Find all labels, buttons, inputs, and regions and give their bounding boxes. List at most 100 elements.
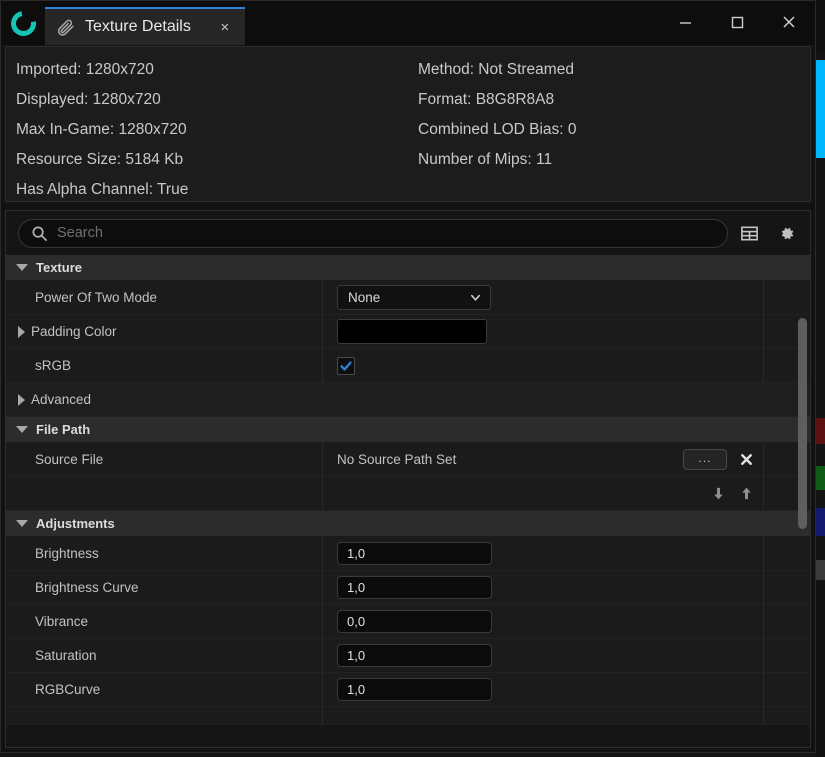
saturation-input[interactable]: 1,0	[337, 644, 492, 667]
bg-strip-grey	[816, 560, 825, 580]
chevron-down-icon	[469, 291, 482, 304]
info-method: Method: Not Streamed	[418, 59, 577, 81]
gear-icon[interactable]	[770, 217, 802, 249]
table-row[interactable]: Saturation 1,0	[6, 639, 810, 673]
row-value-brightness: 1,0	[323, 537, 764, 570]
row-value-brightness-curve: 1,0	[323, 571, 764, 604]
brightness-curve-input[interactable]: 1,0	[337, 576, 492, 599]
table-row[interactable]: Brightness Curve 1,0	[6, 571, 810, 605]
info-format: Format: B8G8R8A8	[418, 89, 577, 111]
maximize-button[interactable]	[711, 1, 763, 43]
category-file-path-label: File Path	[36, 422, 90, 437]
table-row[interactable]	[6, 477, 810, 511]
info-num-mips: Number of Mips: 11	[418, 149, 577, 171]
source-file-actions: ...	[683, 443, 755, 476]
row-label-padding-color: Padding Color	[6, 315, 323, 348]
browse-source-file-button[interactable]: ...	[683, 449, 727, 470]
row-label-advanced: Advanced	[6, 383, 810, 416]
info-displayed: Displayed: 1280x720	[16, 89, 410, 111]
window-titlebar[interactable]: Texture Details ×	[1, 1, 815, 45]
category-adjustments[interactable]: Adjustments	[6, 511, 810, 537]
details-scrollbar[interactable]	[797, 295, 808, 745]
brightness-curve-value: 1,0	[347, 580, 365, 595]
table-row[interactable]: Padding Color	[6, 315, 810, 349]
category-file-path[interactable]: File Path	[6, 417, 810, 443]
rgbcurve-value: 1,0	[347, 682, 365, 697]
bg-strip-cyan	[816, 60, 825, 158]
texture-info-panel: Imported: 1280x720 Displayed: 1280x720 M…	[5, 46, 811, 202]
bg-strip-dark-top	[816, 0, 825, 52]
search-icon	[31, 225, 48, 242]
bg-strip-dark-mid	[816, 158, 825, 418]
table-row[interactable]: Power Of Two Mode None	[6, 281, 810, 315]
clear-source-file-icon[interactable]	[737, 451, 755, 469]
desktop-background: Texture Details × Imported: 1280x720	[0, 0, 825, 757]
bg-strip-blue	[816, 508, 825, 536]
bg-strip-red	[816, 418, 825, 444]
srgb-checkbox[interactable]	[337, 357, 355, 375]
texture-details-window: Texture Details × Imported: 1280x720	[0, 0, 816, 753]
columns-icon[interactable]	[733, 217, 765, 249]
category-texture-label: Texture	[36, 260, 82, 275]
vibrance-input[interactable]: 0,0	[337, 610, 492, 633]
row-label-brightness-curve: Brightness Curve	[6, 571, 323, 604]
row-label-srgb: sRGB	[6, 349, 323, 382]
row-value-source-file: No Source Path Set ...	[323, 443, 764, 476]
table-row[interactable]: Vibrance 0,0	[6, 605, 810, 639]
row-value-power-of-two-mode: None	[323, 281, 764, 314]
source-file-value: No Source Path Set	[337, 452, 456, 467]
bg-strip-dark-bot	[816, 580, 825, 757]
power-of-two-mode-dropdown[interactable]: None	[337, 285, 491, 310]
tab-title-label: Texture Details	[85, 18, 191, 36]
row-value-partial	[323, 707, 764, 724]
info-resource-size: Resource Size: 5184 Kb	[16, 149, 410, 171]
row-label-saturation: Saturation	[6, 639, 323, 672]
minimize-button[interactable]	[659, 1, 711, 43]
table-row[interactable]: sRGB	[6, 349, 810, 383]
chevron-down-icon	[16, 520, 28, 527]
chevron-right-icon[interactable]	[18, 326, 25, 338]
table-row[interactable]: Brightness 1,0	[6, 537, 810, 571]
info-lod-bias: Combined LOD Bias: 0	[418, 119, 577, 141]
vibrance-value: 0,0	[347, 614, 365, 629]
row-value-padding-color	[323, 315, 764, 348]
info-max-in-game: Max In-Game: 1280x720	[16, 119, 410, 141]
chevron-down-icon	[16, 264, 28, 271]
row-label-brightness: Brightness	[6, 537, 323, 570]
paperclip-icon	[57, 18, 76, 37]
row-label-empty	[6, 477, 323, 510]
arrow-up-icon[interactable]	[737, 485, 755, 503]
details-search-row	[6, 211, 810, 255]
row-value-rgbcurve: 1,0	[323, 673, 764, 706]
brightness-input[interactable]: 1,0	[337, 542, 492, 565]
scrollbar-thumb[interactable]	[798, 318, 807, 530]
search-box[interactable]	[18, 219, 728, 248]
tab-close-icon[interactable]: ×	[214, 16, 236, 38]
tab-texture-details[interactable]: Texture Details ×	[45, 7, 245, 45]
chevron-right-icon[interactable]	[18, 394, 25, 406]
info-has-alpha: Has Alpha Channel: True	[16, 179, 410, 201]
row-label-power-of-two-mode: Power Of Two Mode	[6, 281, 323, 314]
close-button[interactable]	[763, 1, 815, 43]
category-texture[interactable]: Texture	[6, 255, 810, 281]
info-column-right: Method: Not Streamed Format: B8G8R8A8 Co…	[410, 59, 577, 187]
check-icon	[339, 359, 353, 373]
arrow-down-icon[interactable]	[709, 485, 727, 503]
brightness-value: 1,0	[347, 546, 365, 561]
row-label-source-file: Source File	[6, 443, 323, 476]
category-adjustments-label: Adjustments	[36, 516, 115, 531]
search-input[interactable]	[57, 225, 715, 241]
rgbcurve-input[interactable]: 1,0	[337, 678, 492, 701]
row-label-rgbcurve: RGBCurve	[6, 673, 323, 706]
path-move-actions	[709, 477, 755, 510]
table-row[interactable]: Source File No Source Path Set ...	[6, 443, 810, 477]
padding-color-swatch[interactable]	[337, 319, 487, 344]
category-advanced[interactable]: Advanced	[6, 383, 810, 417]
bg-strip-green	[816, 466, 825, 490]
window-controls	[659, 1, 815, 43]
info-imported: Imported: 1280x720	[16, 59, 410, 81]
table-row-partial[interactable]	[6, 707, 810, 725]
row-label-vibrance: Vibrance	[6, 605, 323, 638]
row-value-path-actions	[323, 477, 764, 510]
table-row[interactable]: RGBCurve 1,0	[6, 673, 810, 707]
